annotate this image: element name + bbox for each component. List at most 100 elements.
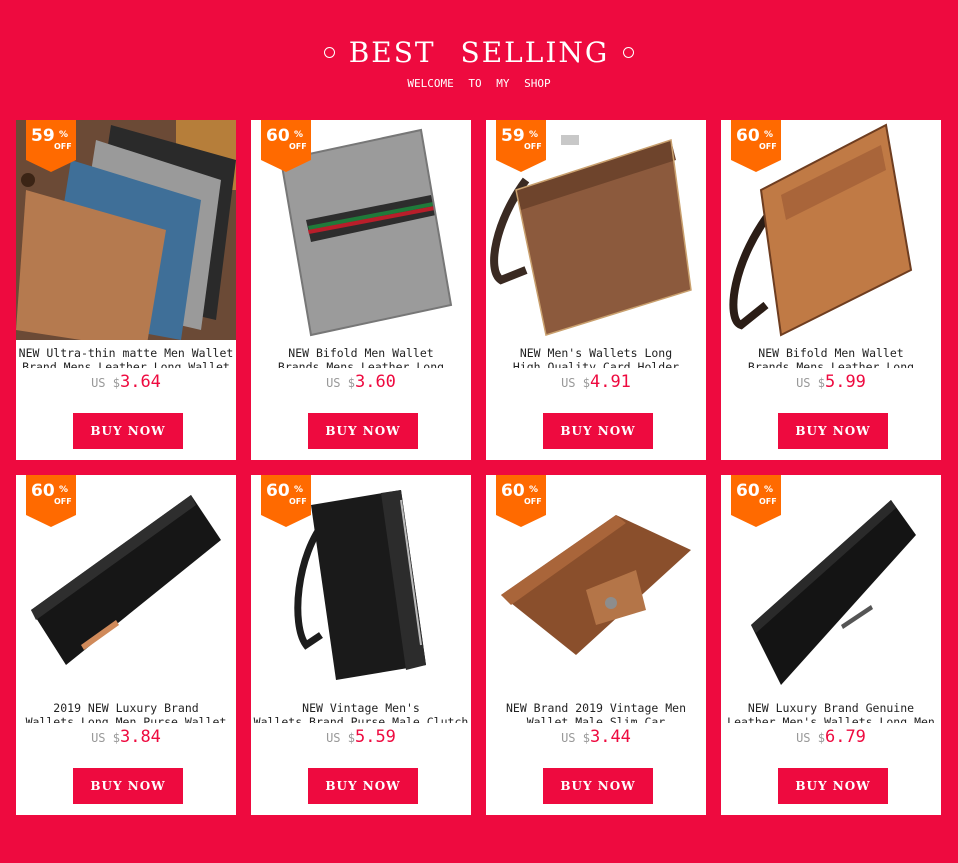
discount-value: 60 <box>31 481 55 501</box>
product-name-line2: Leather Men's Wallets Long Men <box>727 715 935 723</box>
off-label: OFF <box>289 497 307 506</box>
price-amount: 3.44 <box>589 727 631 747</box>
product-name[interactable]: NEW Men's Wallets Long High Quality Card… <box>486 346 706 368</box>
price: US $4.91 <box>486 372 706 392</box>
buy-now-button[interactable]: BUY NOW <box>308 768 418 804</box>
price-amount: 5.99 <box>824 372 866 392</box>
off-label: OFF <box>759 142 777 151</box>
product-name-line1: NEW Men's Wallets Long <box>519 346 673 360</box>
product-card[interactable]: 60 % OFF NEW Luxury Brand Genuine Leathe… <box>721 475 941 815</box>
currency: US $ <box>561 376 590 390</box>
product-name[interactable]: NEW Luxury Brand Genuine Leather Men's W… <box>721 701 941 723</box>
buy-now-button[interactable]: BUY NOW <box>778 413 888 449</box>
buy-now-button[interactable]: BUY NOW <box>73 413 183 449</box>
product-name-line1: NEW Brand 2019 Vintage Men <box>505 701 686 715</box>
discount-value: 60 <box>736 481 760 501</box>
price: US $3.64 <box>16 372 236 392</box>
product-name-line2: Brand Mens Leather Long Wallet <box>22 360 230 368</box>
product-name-line1: NEW Luxury Brand Genuine <box>747 701 915 715</box>
title-row: BEST SELLING <box>0 36 958 69</box>
currency: US $ <box>91 376 120 390</box>
off-label: OFF <box>54 497 72 506</box>
product-name-line1: NEW Bifold Men Wallet <box>288 346 434 360</box>
percent-symbol: % <box>764 485 774 495</box>
buy-now-button[interactable]: BUY NOW <box>778 768 888 804</box>
discount-badge: 60 % OFF <box>731 120 781 172</box>
price: US $5.59 <box>251 727 471 747</box>
product-name-line1: NEW Vintage Men's <box>302 701 420 715</box>
off-label: OFF <box>524 497 542 506</box>
product-name-line2: Wallet Male Slim Car <box>526 715 666 723</box>
product-card[interactable]: 59 % OFF NEW Ultra-thin matte Men Wallet… <box>16 120 236 460</box>
product-name[interactable]: NEW Ultra-thin matte Men Wallet Brand Me… <box>16 346 236 368</box>
percent-symbol: % <box>294 485 304 495</box>
price-amount: 3.84 <box>119 727 161 747</box>
product-name-line1: 2019 NEW Luxury Brand <box>53 701 199 715</box>
product-card[interactable]: 60 % OFF NEW Bifold Men Wallet Brands Me… <box>251 120 471 460</box>
product-card[interactable]: 60 % OFF 2019 NEW Luxury Brand Wallets L… <box>16 475 236 815</box>
product-name-line1: NEW Bifold Men Wallet <box>758 346 904 360</box>
currency: US $ <box>91 731 120 745</box>
page-title: BEST SELLING <box>348 36 610 69</box>
discount-value: 60 <box>266 126 290 146</box>
percent-symbol: % <box>59 485 69 495</box>
discount-badge: 59 % OFF <box>26 120 76 172</box>
price: US $6.79 <box>721 727 941 747</box>
buy-now-button[interactable]: BUY NOW <box>73 768 183 804</box>
discount-value: 59 <box>501 126 525 146</box>
product-grid: 59 % OFF NEW Ultra-thin matte Men Wallet… <box>16 120 941 815</box>
product-name-line1: NEW Ultra-thin matte Men Wallet <box>18 346 234 360</box>
product-name-line2: Brands Mens Leather Long <box>747 360 915 368</box>
off-label: OFF <box>759 497 777 506</box>
product-name[interactable]: NEW Bifold Men Wallet Brands Mens Leathe… <box>251 346 471 368</box>
currency: US $ <box>326 376 355 390</box>
discount-badge: 60 % OFF <box>261 475 311 527</box>
percent-symbol: % <box>529 130 539 140</box>
page-header: BEST SELLING WELCOME TO MY SHOP <box>0 0 958 110</box>
percent-symbol: % <box>764 130 774 140</box>
currency: US $ <box>796 376 825 390</box>
product-name[interactable]: NEW Brand 2019 Vintage Men Wallet Male S… <box>486 701 706 723</box>
discount-value: 59 <box>31 126 55 146</box>
buy-now-button[interactable]: BUY NOW <box>543 768 653 804</box>
product-name-line2: High Quality Card Holder <box>512 360 680 368</box>
price-amount: 3.60 <box>354 372 396 392</box>
product-card[interactable]: 60 % OFF NEW Bifold Men Wallet Brands Me… <box>721 120 941 460</box>
currency: US $ <box>326 731 355 745</box>
discount-value: 60 <box>266 481 290 501</box>
product-name[interactable]: NEW Bifold Men Wallet Brands Mens Leathe… <box>721 346 941 368</box>
price-amount: 3.64 <box>119 372 161 392</box>
discount-badge: 60 % OFF <box>26 475 76 527</box>
price: US $3.84 <box>16 727 236 747</box>
percent-symbol: % <box>59 130 69 140</box>
buy-now-button[interactable]: BUY NOW <box>308 413 418 449</box>
percent-symbol: % <box>529 485 539 495</box>
price: US $3.60 <box>251 372 471 392</box>
percent-symbol: % <box>294 130 304 140</box>
discount-badge: 60 % OFF <box>731 475 781 527</box>
circle-icon <box>623 47 635 58</box>
product-name-line2: Wallets Brand Purse Male Clutch <box>253 715 469 723</box>
product-card[interactable]: 60 % OFF NEW Brand 2019 Vintage Men Wall… <box>486 475 706 815</box>
price: US $5.99 <box>721 372 941 392</box>
product-card[interactable]: 59 % OFF NEW Men's Wallets Long High Qua… <box>486 120 706 460</box>
page-subtitle: WELCOME TO MY SHOP <box>407 77 551 90</box>
price-amount: 5.59 <box>354 727 396 747</box>
price-amount: 4.91 <box>589 372 631 392</box>
price-amount: 6.79 <box>824 727 866 747</box>
off-label: OFF <box>54 142 72 151</box>
currency: US $ <box>796 731 825 745</box>
discount-value: 60 <box>736 126 760 146</box>
buy-now-button[interactable]: BUY NOW <box>543 413 653 449</box>
currency: US $ <box>561 731 590 745</box>
circle-icon <box>323 47 335 58</box>
off-label: OFF <box>289 142 307 151</box>
discount-badge: 60 % OFF <box>496 475 546 527</box>
product-name[interactable]: 2019 NEW Luxury Brand Wallets Long Men P… <box>16 701 236 723</box>
product-card[interactable]: 60 % OFF NEW Vintage Men's Wallets Brand… <box>251 475 471 815</box>
price: US $3.44 <box>486 727 706 747</box>
discount-value: 60 <box>501 481 525 501</box>
product-name[interactable]: NEW Vintage Men's Wallets Brand Purse Ma… <box>251 701 471 723</box>
off-label: OFF <box>524 142 542 151</box>
discount-badge: 60 % OFF <box>261 120 311 172</box>
